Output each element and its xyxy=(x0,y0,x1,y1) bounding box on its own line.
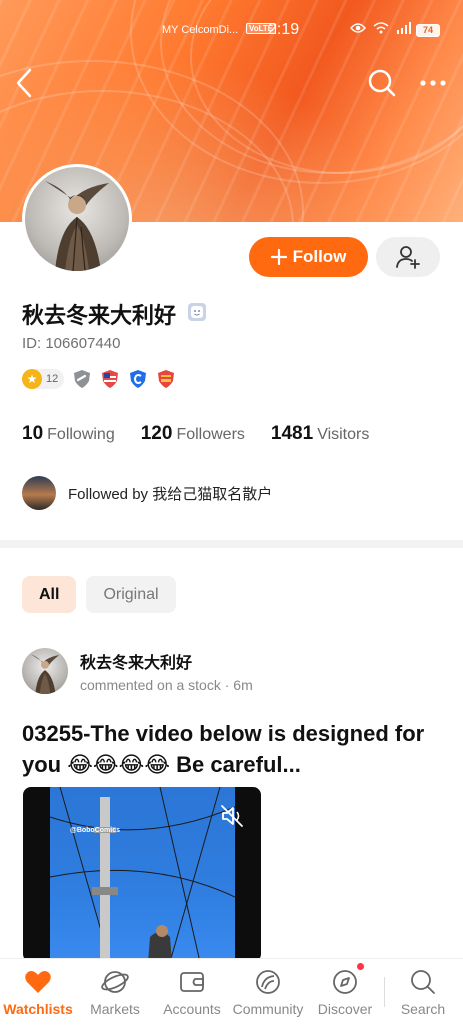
wallet-icon xyxy=(180,972,204,992)
mute-button[interactable] xyxy=(219,803,245,834)
profile-avatar[interactable] xyxy=(22,164,132,274)
clock: 2:19 xyxy=(268,21,300,38)
stat-followers[interactable]: 120 Followers xyxy=(141,423,245,445)
status-bar: MY CelcomDi... VoLTE 2:19 74 xyxy=(0,20,463,44)
tab-label: Search xyxy=(400,1001,446,1017)
achievement-badges: ★ 12 xyxy=(22,368,176,390)
heart-icon xyxy=(25,971,51,993)
follow-label: Follow xyxy=(292,247,347,266)
followers-count: 120 xyxy=(140,423,173,444)
badge-face-icon xyxy=(191,306,203,318)
tab-markets[interactable]: Markets xyxy=(75,967,155,1017)
profile-stats: 10 Following 120 Followers 1481 Visitors xyxy=(22,423,369,445)
status-icons xyxy=(350,22,411,37)
followed-by-prefix: Followed by xyxy=(68,485,153,503)
shield-badge-icon[interactable] xyxy=(72,369,92,389)
tab-community[interactable]: Community xyxy=(228,967,308,1017)
follower-avatar xyxy=(22,476,56,510)
visitors-count: 1481 xyxy=(270,423,314,444)
visitors-label: Visitors xyxy=(317,426,370,443)
avatar-figure xyxy=(45,181,109,271)
post-author-name[interactable]: 秋去冬来大利好 xyxy=(80,649,253,673)
post-video[interactable]: @BoboComics xyxy=(23,787,261,962)
star-icon: ★ xyxy=(22,369,42,389)
carrier-label: MY CelcomDi... xyxy=(162,24,239,36)
more-options-button[interactable] xyxy=(418,66,450,100)
followed-by-row[interactable]: Followed by 我给己猫取名散户 xyxy=(22,476,272,510)
filter-original-chip[interactable]: Original xyxy=(86,576,176,613)
signal-icon xyxy=(396,22,411,34)
eye-icon xyxy=(350,23,366,33)
video-frame xyxy=(49,787,236,962)
filter-all-chip[interactable]: All xyxy=(22,576,77,613)
malaysia-flag-badge-icon[interactable] xyxy=(100,369,120,389)
community-icon xyxy=(256,970,280,994)
following-label: Following xyxy=(47,426,115,443)
search-icon xyxy=(368,69,396,97)
level-number: 12 xyxy=(46,373,59,385)
red-flag-badge-icon[interactable] xyxy=(156,369,176,389)
chevron-left-icon xyxy=(16,68,32,98)
stat-visitors[interactable]: 1481 Visitors xyxy=(271,423,369,445)
search-icon xyxy=(411,970,435,994)
plus-icon xyxy=(270,249,287,265)
video-watermark: @BoboComics xyxy=(70,827,120,834)
followed-by-name: 我给己猫取名散户 xyxy=(152,485,273,503)
discover-notification-dot xyxy=(357,963,364,970)
add-friend-button[interactable] xyxy=(376,237,440,277)
video-scene xyxy=(49,787,236,962)
stat-following[interactable]: 10 Following xyxy=(22,423,115,445)
verified-badge xyxy=(188,303,206,321)
follow-button[interactable]: Follow xyxy=(249,237,368,277)
tab-label: Markets xyxy=(90,1001,140,1017)
wifi-icon xyxy=(373,22,389,34)
tab-label: Discover xyxy=(317,1001,373,1017)
post-meta: commented on a stock · 6m xyxy=(80,677,253,693)
back-button[interactable] xyxy=(12,66,40,100)
tab-search[interactable]: Search xyxy=(383,967,463,1017)
volume-muted-icon xyxy=(221,805,243,827)
tab-label: Watchlists xyxy=(3,1001,73,1017)
avatar-figure xyxy=(30,654,60,694)
add-user-icon xyxy=(396,246,420,269)
post-header: 秋去冬来大利好 commented on a stock · 6m xyxy=(22,648,253,694)
planet-icon xyxy=(101,971,129,993)
section-divider xyxy=(0,540,463,548)
post-title[interactable]: 03255-The video below is designed for yo… xyxy=(22,718,442,780)
tab-watchlists[interactable]: Watchlists xyxy=(0,967,78,1017)
blue-c-badge-icon[interactable] xyxy=(128,369,148,389)
followers-label: Followers xyxy=(176,426,245,443)
following-count: 10 xyxy=(22,423,44,444)
bottom-tab-bar: Watchlists Markets Accounts Community Di… xyxy=(0,958,463,1025)
more-horizontal-icon xyxy=(420,80,446,86)
tab-label: Community xyxy=(232,1001,304,1017)
post-author-avatar[interactable] xyxy=(22,648,68,694)
search-button[interactable] xyxy=(366,66,398,100)
profile-name: 秋去冬来大利好 xyxy=(22,303,177,328)
compass-icon xyxy=(333,970,357,994)
level-badge[interactable]: ★ 12 xyxy=(22,369,65,389)
battery-indicator: 74 xyxy=(416,24,440,37)
tab-discover[interactable]: Discover xyxy=(305,967,385,1017)
tab-accounts[interactable]: Accounts xyxy=(152,967,232,1017)
user-id: ID: 106607440 xyxy=(22,335,121,352)
post-filter-tabs: All Original xyxy=(22,576,176,613)
tab-label: Accounts xyxy=(163,1001,221,1017)
